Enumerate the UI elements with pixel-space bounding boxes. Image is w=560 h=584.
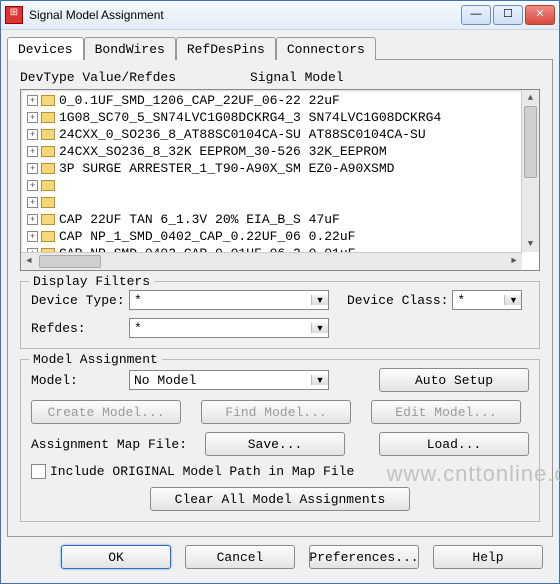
expander-icon[interactable]: + [27,180,38,191]
expander-icon[interactable]: + [27,214,38,225]
tree-row[interactable]: +24CXX_SO236_8_32K EEPROM_30-526 32K_EEP… [23,143,521,160]
preferences-button[interactable]: Preferences... [309,545,419,569]
app-icon: ⊞ [5,6,23,24]
tree-row[interactable]: + [23,194,521,211]
vertical-scrollbar[interactable]: ▲▼ [521,90,539,252]
folder-icon [41,231,55,242]
device-tree[interactable]: +0_0.1UF_SMD_1206_CAP_22UF_06-22 22uF +1… [20,89,540,271]
tree-row[interactable]: +1G08_SC70_5_SN74LVC1G08DCKRG4_3 SN74LVC… [23,109,521,126]
tree-row[interactable]: +CAP NP_1_SMD_0402_CAP_0.22UF_06 0.22uF [23,228,521,245]
titlebar: ⊞ Signal Model Assignment — ☐ ✕ [1,1,559,30]
clear-all-button[interactable]: Clear All Model Assignments [150,487,410,511]
folder-icon [41,112,55,123]
chevron-down-icon[interactable]: ▼ [504,295,521,305]
tab-connectors[interactable]: Connectors [276,37,376,60]
chevron-down-icon[interactable]: ▼ [311,323,328,333]
scroll-left-icon[interactable]: ◄ [21,253,37,270]
expander-icon[interactable]: + [27,163,38,174]
tree-row[interactable]: +CAP 22UF TAN 6_1.3V 20% EIA_B_S 47uF [23,211,521,228]
column-headers: DevType Value/Refdes Signal Model [20,70,540,85]
tree-row[interactable]: + [23,177,521,194]
group-legend: Display Filters [29,274,154,289]
tab-devices[interactable]: Devices [7,37,84,60]
edit-model-button[interactable]: Edit Model... [371,400,521,424]
close-button[interactable]: ✕ [525,5,555,25]
tab-page: DevType Value/Refdes Signal Model +0_0.1… [7,59,553,537]
tree-row[interactable]: +24CXX_0_SO236_8_AT88SC0104CA-SU AT88SC0… [23,126,521,143]
expander-icon[interactable]: + [27,146,38,157]
tab-bondwires[interactable]: BondWires [84,37,176,60]
tab-strip: Devices BondWires RefDesPins Connectors [7,36,553,59]
dialog-buttons: OK Cancel Preferences... Help [7,537,553,577]
scroll-up-icon[interactable]: ▲ [522,90,539,106]
load-map-button[interactable]: Load... [379,432,529,456]
group-legend: Model Assignment [29,352,162,367]
expander-icon[interactable]: + [27,112,38,123]
horizontal-scrollbar[interactable]: ◄► [21,252,522,270]
save-map-button[interactable]: Save... [205,432,345,456]
find-model-button[interactable]: Find Model... [201,400,351,424]
device-type-label: Device Type: [31,293,129,308]
expander-icon[interactable]: + [27,231,38,242]
tree-viewport: +0_0.1UF_SMD_1206_CAP_22UF_06-22 22uF +1… [23,92,521,252]
minimize-button[interactable]: — [461,5,491,25]
maximize-button[interactable]: ☐ [493,5,523,25]
client-area: Devices BondWires RefDesPins Connectors … [1,30,559,583]
col-signalmodel: Signal Model [250,70,344,85]
scroll-thumb[interactable] [524,106,537,178]
scroll-thumb[interactable] [39,255,101,268]
create-model-button[interactable]: Create Model... [31,400,181,424]
include-original-checkbox[interactable] [31,464,46,479]
device-type-combo[interactable]: *▼ [129,290,329,310]
expander-icon[interactable]: + [27,197,38,208]
display-filters-group: Display Filters Device Type: *▼ Device C… [20,281,540,349]
tree-row[interactable]: +0_0.1UF_SMD_1206_CAP_22UF_06-22 22uF [23,92,521,109]
window: ⊞ Signal Model Assignment — ☐ ✕ Devices … [0,0,560,584]
scroll-right-icon[interactable]: ► [506,253,522,270]
refdes-label: Refdes: [31,321,129,336]
folder-icon [41,129,55,140]
auto-setup-button[interactable]: Auto Setup [379,368,529,392]
help-button[interactable]: Help [433,545,543,569]
map-file-label: Assignment Map File: [31,437,187,452]
tab-refdespins[interactable]: RefDesPins [176,37,276,60]
chevron-down-icon[interactable]: ▼ [311,375,328,385]
device-class-label: Device Class: [347,293,448,308]
folder-icon [41,95,55,106]
refdes-combo[interactable]: *▼ [129,318,329,338]
folder-icon [41,214,55,225]
expander-icon[interactable]: + [27,95,38,106]
folder-icon [41,180,55,191]
tree-row[interactable]: +3P SURGE ARRESTER_1_T90-A90X_SM EZ0-A90… [23,160,521,177]
tree-row[interactable]: +CAP NP_SMD_0402_CAP_0.01UF_06-2 0.01uF [23,245,521,252]
device-class-combo[interactable]: *▼ [452,290,522,310]
ok-button[interactable]: OK [61,545,171,569]
cancel-button[interactable]: Cancel [185,545,295,569]
model-combo[interactable]: No Model▼ [129,370,329,390]
model-label: Model: [31,373,129,388]
window-title: Signal Model Assignment [29,8,461,22]
folder-icon [41,197,55,208]
expander-icon[interactable]: + [27,129,38,140]
scroll-down-icon[interactable]: ▼ [522,236,539,252]
window-controls: — ☐ ✕ [461,5,555,25]
chevron-down-icon[interactable]: ▼ [311,295,328,305]
folder-icon [41,146,55,157]
folder-icon [41,163,55,174]
col-devtype: DevType Value/Refdes [20,70,250,85]
model-assignment-group: Model Assignment Model: No Model▼ Auto S… [20,359,540,522]
include-original-label: Include ORIGINAL Model Path in Map File [50,464,354,479]
